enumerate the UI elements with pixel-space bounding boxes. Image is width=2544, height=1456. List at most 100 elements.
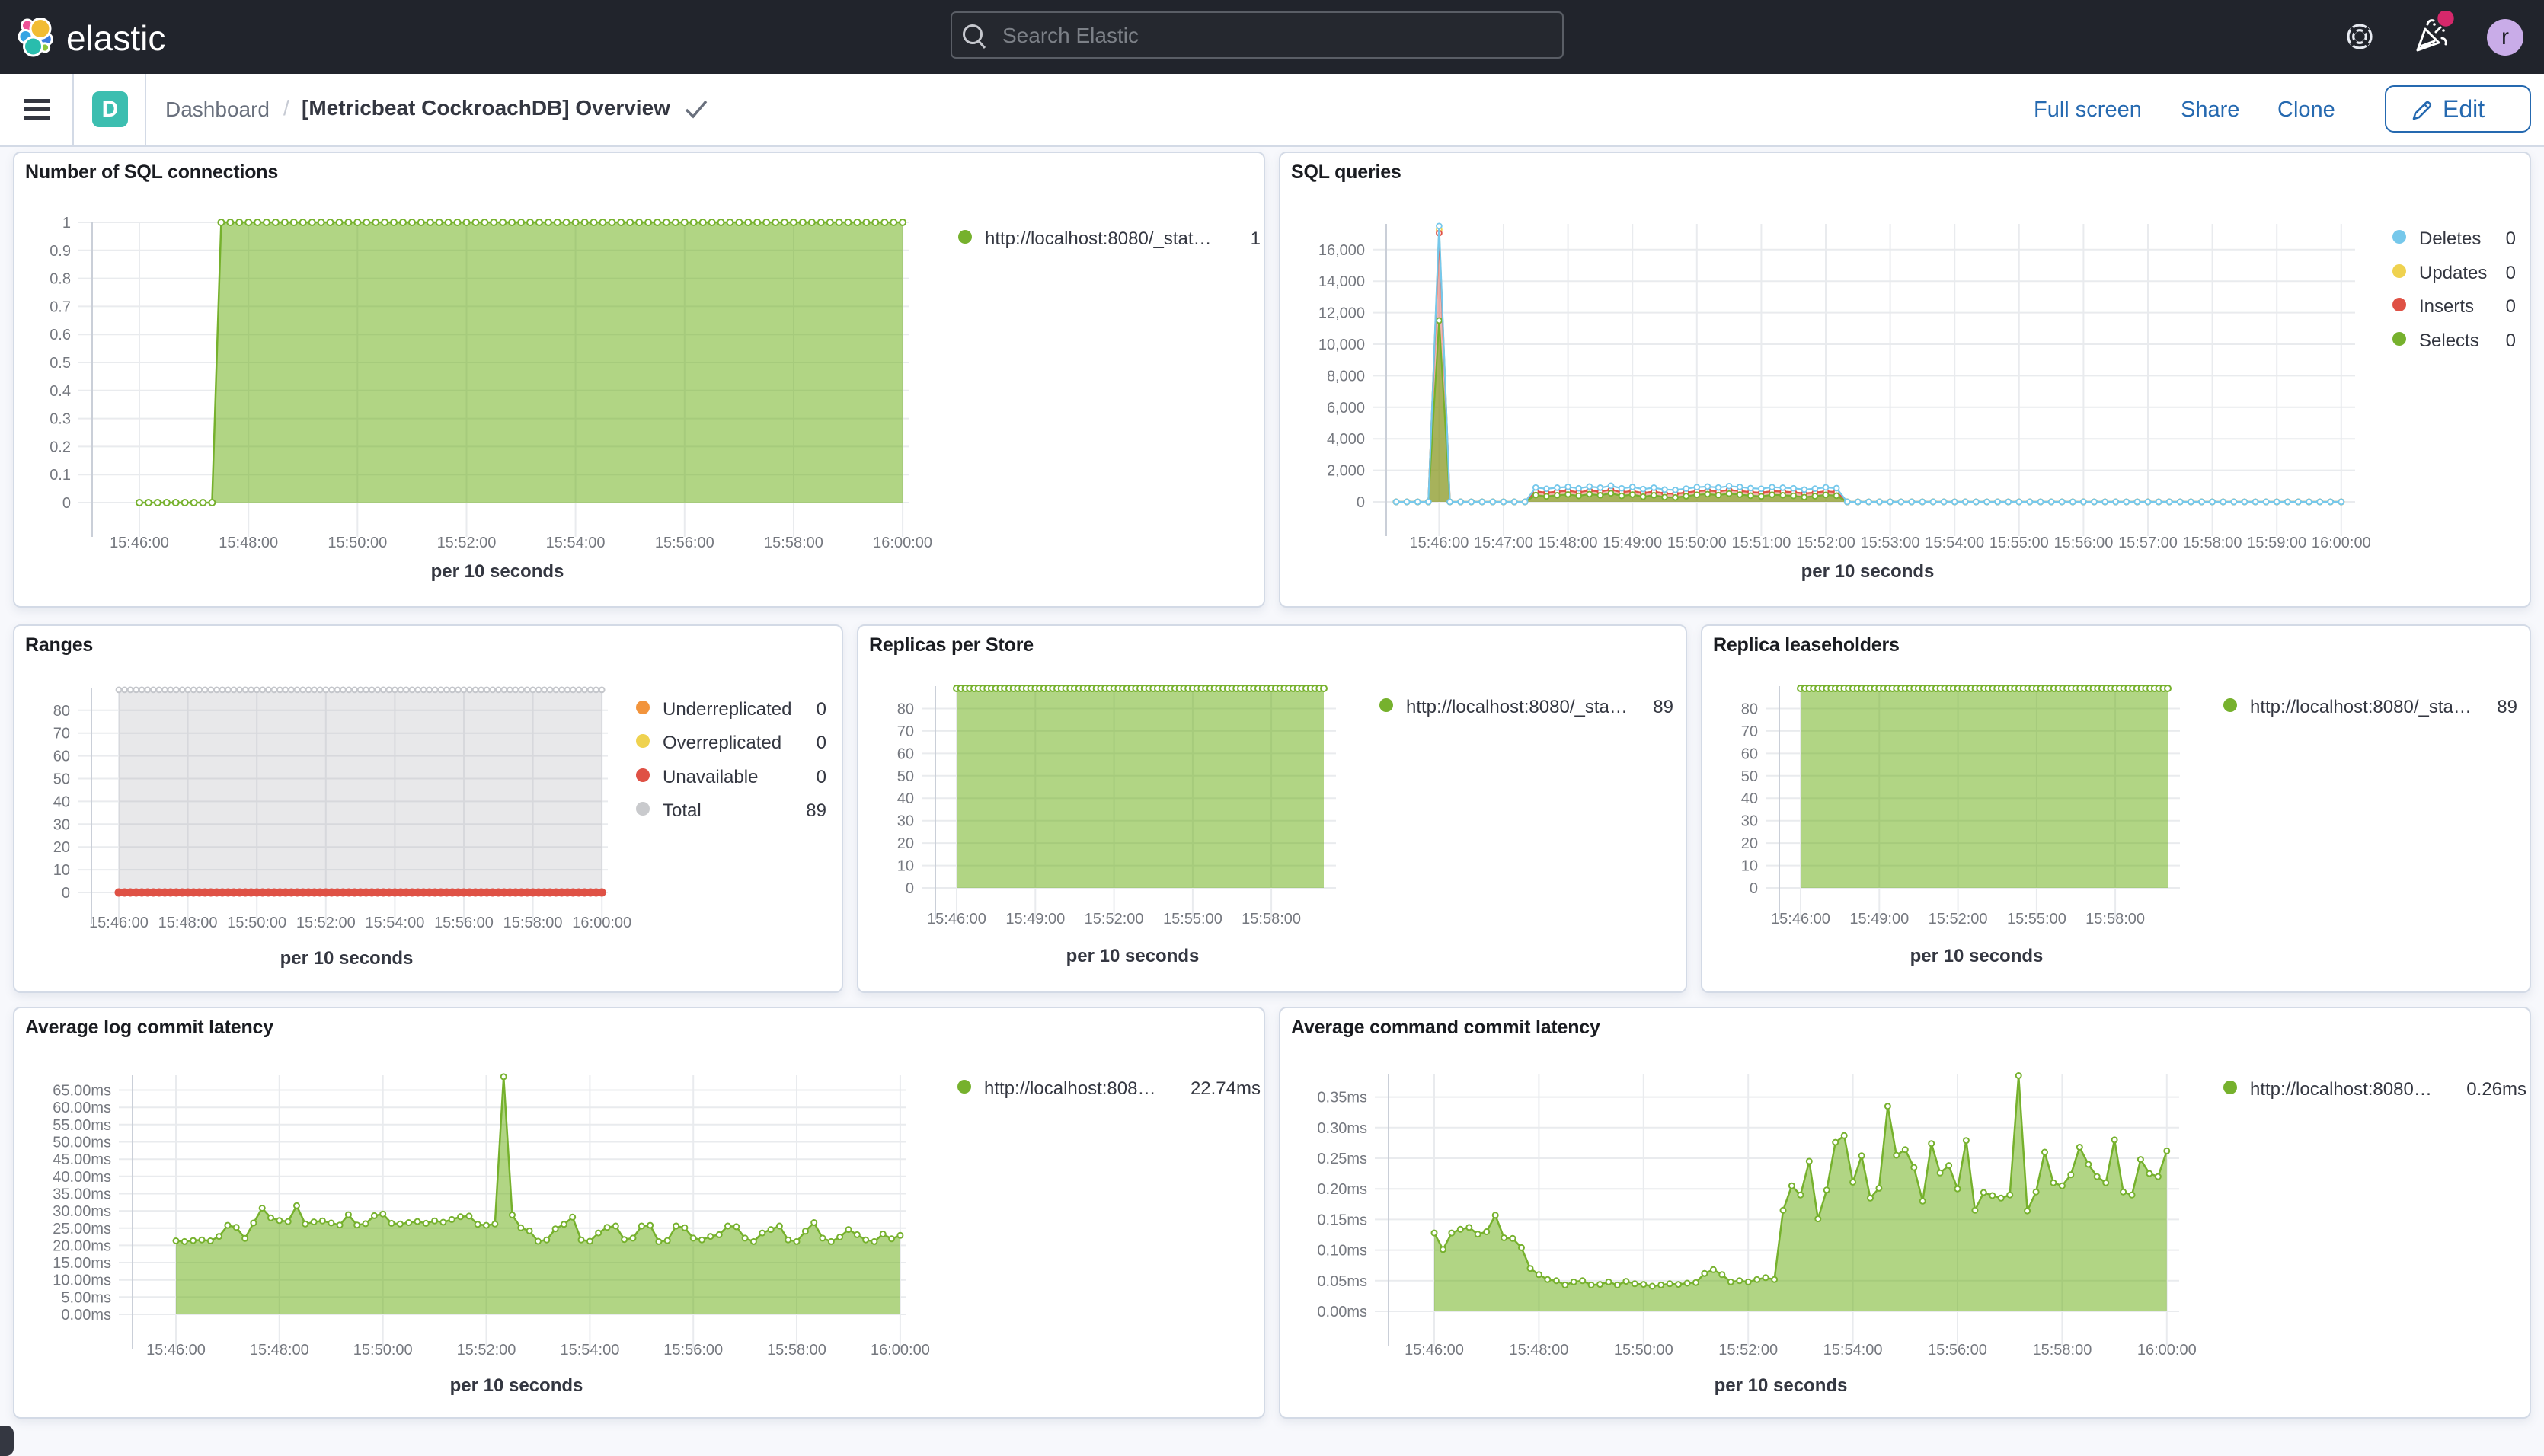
svg-text:15:50:00: 15:50:00 — [353, 1342, 413, 1359]
svg-text:22.74ms: 22.74ms — [1191, 1078, 1261, 1099]
svg-text:60.00ms: 60.00ms — [53, 1100, 111, 1116]
svg-text:0.05ms: 0.05ms — [1317, 1273, 1367, 1290]
svg-text:0.30ms: 0.30ms — [1317, 1120, 1367, 1137]
svg-text:15:55:00: 15:55:00 — [1989, 535, 2049, 551]
svg-text:15:56:00: 15:56:00 — [655, 535, 714, 551]
svg-text:0.00ms: 0.00ms — [1317, 1304, 1367, 1320]
svg-text:45.00ms: 45.00ms — [53, 1151, 111, 1168]
svg-text:15:58:00: 15:58:00 — [764, 535, 823, 551]
svg-text:0: 0 — [2506, 296, 2516, 317]
svg-text:15:48:00: 15:48:00 — [219, 535, 278, 551]
svg-text:15:49:00: 15:49:00 — [1603, 535, 1662, 551]
svg-text:Total: Total — [663, 800, 702, 821]
svg-text:40.00ms: 40.00ms — [53, 1169, 111, 1186]
svg-text:14,000: 14,000 — [1318, 273, 1365, 290]
svg-text:0: 0 — [1750, 880, 1758, 897]
svg-text:2,000: 2,000 — [1327, 463, 1365, 480]
svg-text:0.6: 0.6 — [50, 327, 71, 343]
svg-text:89: 89 — [1653, 697, 1673, 717]
svg-text:Deletes: Deletes — [2419, 228, 2481, 249]
svg-text:Updates: Updates — [2419, 263, 2487, 283]
svg-text:Selects: Selects — [2419, 330, 2479, 351]
svg-text:12,000: 12,000 — [1318, 305, 1365, 322]
svg-text:per 10 seconds: per 10 seconds — [450, 1375, 583, 1396]
svg-text:0.8: 0.8 — [50, 271, 71, 288]
svg-text:16:00:00: 16:00:00 — [572, 915, 631, 931]
svg-text:80: 80 — [897, 701, 914, 718]
svg-text:15:52:00: 15:52:00 — [1796, 535, 1855, 551]
svg-text:15:57:00: 15:57:00 — [2118, 535, 2178, 551]
svg-text:89: 89 — [806, 800, 826, 821]
svg-text:15:50:00: 15:50:00 — [328, 535, 387, 551]
svg-text:35.00ms: 35.00ms — [53, 1186, 111, 1203]
svg-text:15:46:00: 15:46:00 — [146, 1342, 206, 1359]
svg-text:per 10 seconds: per 10 seconds — [1801, 561, 1935, 582]
svg-text:50: 50 — [897, 768, 914, 785]
svg-text:0: 0 — [1357, 494, 1365, 511]
svg-text:15:58:00: 15:58:00 — [2183, 535, 2242, 551]
svg-text:http://localhost:8080…: http://localhost:8080… — [2250, 1079, 2432, 1100]
svg-text:0.15ms: 0.15ms — [1317, 1212, 1367, 1228]
svg-text:40: 40 — [53, 793, 70, 810]
svg-text:0.2: 0.2 — [50, 439, 71, 455]
svg-text:http://localhost:8080/_stat…: http://localhost:8080/_stat… — [985, 228, 1212, 249]
svg-text:70: 70 — [897, 723, 914, 740]
svg-text:5.00ms: 5.00ms — [61, 1289, 111, 1306]
svg-text:15:54:00: 15:54:00 — [365, 915, 424, 931]
svg-text:0: 0 — [817, 767, 826, 787]
svg-text:15:50:00: 15:50:00 — [1667, 535, 1727, 551]
svg-text:0: 0 — [817, 699, 826, 720]
svg-text:80: 80 — [1741, 701, 1758, 718]
svg-text:0: 0 — [2506, 228, 2516, 249]
svg-text:15:52:00: 15:52:00 — [1085, 911, 1144, 928]
svg-text:15:54:00: 15:54:00 — [546, 535, 606, 551]
svg-text:15:52:00: 15:52:00 — [1929, 911, 1988, 928]
svg-text:30: 30 — [1741, 813, 1758, 830]
svg-text:0.26ms: 0.26ms — [2466, 1079, 2526, 1100]
svg-text:80: 80 — [53, 703, 70, 720]
svg-text:60: 60 — [897, 746, 914, 762]
svg-text:15:53:00: 15:53:00 — [1861, 535, 1920, 551]
svg-text:30: 30 — [53, 816, 70, 833]
svg-text:Unavailable: Unavailable — [663, 767, 758, 787]
svg-text:0.3: 0.3 — [50, 411, 71, 428]
svg-text:0.4: 0.4 — [50, 383, 71, 400]
svg-text:0: 0 — [2506, 263, 2516, 283]
svg-text:0.20ms: 0.20ms — [1317, 1181, 1367, 1198]
svg-text:15.00ms: 15.00ms — [53, 1255, 111, 1272]
svg-text:15:56:00: 15:56:00 — [663, 1342, 723, 1359]
svg-text:50: 50 — [1741, 768, 1758, 785]
svg-text:15:59:00: 15:59:00 — [2247, 535, 2306, 551]
svg-text:60: 60 — [1741, 746, 1758, 762]
svg-text:15:49:00: 15:49:00 — [1005, 911, 1065, 928]
svg-text:15:54:00: 15:54:00 — [560, 1342, 619, 1359]
svg-text:per 10 seconds: per 10 seconds — [431, 561, 564, 582]
svg-text:0: 0 — [62, 885, 70, 902]
svg-text:per 10 seconds: per 10 seconds — [1910, 946, 2044, 966]
svg-text:65.00ms: 65.00ms — [53, 1083, 111, 1100]
svg-text:15:58:00: 15:58:00 — [2085, 911, 2145, 928]
svg-text:6,000: 6,000 — [1327, 400, 1365, 417]
svg-text:60: 60 — [53, 749, 70, 765]
svg-text:15:50:00: 15:50:00 — [1614, 1342, 1673, 1359]
svg-text:0: 0 — [906, 880, 914, 897]
svg-text:15:48:00: 15:48:00 — [158, 915, 218, 931]
svg-text:16:00:00: 16:00:00 — [2137, 1342, 2197, 1359]
svg-text:16:00:00: 16:00:00 — [2312, 535, 2371, 551]
svg-text:1: 1 — [62, 215, 71, 231]
svg-text:15:58:00: 15:58:00 — [2032, 1342, 2092, 1359]
svg-text:0: 0 — [2506, 330, 2516, 351]
svg-text:50: 50 — [53, 771, 70, 788]
svg-text:16,000: 16,000 — [1318, 242, 1365, 259]
svg-text:0.25ms: 0.25ms — [1317, 1151, 1367, 1167]
svg-text:20: 20 — [897, 835, 914, 852]
svg-text:0.10ms: 0.10ms — [1317, 1243, 1367, 1260]
svg-text:0.5: 0.5 — [50, 355, 71, 372]
svg-text:89: 89 — [2497, 697, 2517, 717]
svg-text:0: 0 — [817, 733, 826, 753]
svg-text:15:48:00: 15:48:00 — [1539, 535, 1598, 551]
svg-text:Underreplicated: Underreplicated — [663, 699, 791, 720]
svg-text:15:52:00: 15:52:00 — [296, 915, 356, 931]
svg-text:0.1: 0.1 — [50, 467, 71, 484]
svg-text:10.00ms: 10.00ms — [53, 1272, 111, 1289]
